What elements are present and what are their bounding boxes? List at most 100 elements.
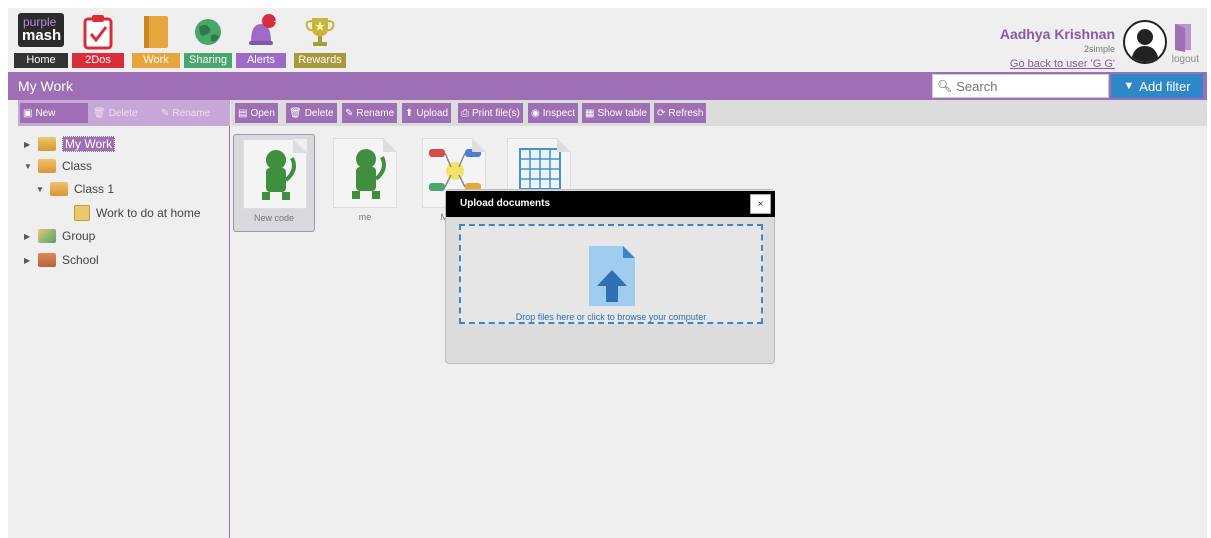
tree-label-group: Group xyxy=(62,229,96,243)
file-name: New code xyxy=(253,213,295,223)
logo-box: purple mash xyxy=(18,13,64,47)
refresh-label: Refresh xyxy=(668,107,704,119)
dropzone-text: Drop files here or click to browse your … xyxy=(515,312,707,322)
code-monkey-thumbnail-icon xyxy=(243,139,307,209)
expand-arrow-icon[interactable]: ▶ xyxy=(24,232,38,241)
nav-sharing[interactable]: Sharing xyxy=(184,8,232,70)
search-input[interactable] xyxy=(956,78,1107,94)
school-building-icon xyxy=(38,253,56,267)
add-filter-label: Add filter xyxy=(1139,78,1191,94)
upload-button[interactable]: ⬆ Upload xyxy=(402,103,452,123)
inspect-button[interactable]: ◉ Inspect xyxy=(528,103,578,123)
notebook-icon xyxy=(132,12,180,52)
trash-icon: 🗑︎ xyxy=(289,107,302,119)
avatar[interactable] xyxy=(1123,20,1167,64)
file-dropzone[interactable]: Drop files here or click to browse your … xyxy=(459,224,763,324)
nav-label-work: Work xyxy=(132,53,180,68)
title-bar: My Work 🔍︎ ▼ Add filter xyxy=(8,72,1207,100)
checklist-icon xyxy=(74,205,90,221)
file-icon: ▤ xyxy=(238,107,248,119)
go-back-link[interactable]: Go back to user 'G G' xyxy=(1010,58,1115,70)
tree-item-class-1[interactable]: ▼ Class 1 xyxy=(36,179,114,199)
pencil-icon: ✎ xyxy=(161,107,170,119)
upload-label: Upload xyxy=(416,107,449,119)
upload-arrow-icon: ⬆ xyxy=(405,107,414,119)
purple-mash-logo[interactable]: purple mash Home xyxy=(14,8,68,70)
globe-icon xyxy=(184,12,232,52)
expand-arrow-icon[interactable]: ▶ xyxy=(24,140,38,149)
tree-item-my-work[interactable]: ▶ My Work xyxy=(24,134,116,154)
close-button[interactable]: × xyxy=(750,194,771,214)
page-title: My Work xyxy=(18,78,73,94)
new-label: New xyxy=(35,107,56,119)
rename-folder-button[interactable]: ✎ Rename xyxy=(158,103,228,123)
tree-item-work-to-do-at-home[interactable]: Work to do at home xyxy=(74,203,201,223)
delete-label: Delete xyxy=(108,107,138,119)
nav-label-alerts: Alerts xyxy=(236,53,286,68)
app-window: purple mash Home 2Dos Work Sharing 1 Ale… xyxy=(8,8,1207,538)
refresh-button[interactable]: ⟳ Refresh xyxy=(654,103,707,123)
rename-file-button[interactable]: ✎ Rename xyxy=(342,103,398,123)
folder-tree: ▶ My Work ▼ Class ▼ Class 1 Work to do a… xyxy=(18,126,230,538)
file-item[interactable]: New code xyxy=(233,134,315,232)
nav-label-rewards: Rewards xyxy=(294,53,346,68)
file-name: me xyxy=(358,212,372,222)
table-icon: ▦ xyxy=(585,107,595,119)
add-filter-button[interactable]: ▼ Add filter xyxy=(1111,74,1203,98)
delete-folder-button[interactable]: 🗑︎ Delete xyxy=(90,103,156,123)
top-navigation: purple mash Home 2Dos Work Sharing 1 Ale… xyxy=(8,8,1207,72)
tree-item-group[interactable]: ▶ Group xyxy=(24,226,95,246)
print-button[interactable]: ⎙ Print file(s) xyxy=(458,103,523,123)
checklist-icon xyxy=(72,12,124,52)
delete-file-button[interactable]: 🗑︎ Delete xyxy=(286,103,337,123)
code-monkey-thumbnail-icon xyxy=(333,138,397,208)
tree-label-school: School xyxy=(62,253,99,267)
file-toolbar: ▤ Open 🗑︎ Delete ✎ Rename ⬆ Upload ⎙ Pri… xyxy=(231,100,1207,126)
folder-icon xyxy=(38,159,56,173)
dialog-header: Upload documents × xyxy=(446,191,775,217)
collapse-arrow-icon[interactable]: ▼ xyxy=(36,185,50,194)
nav-rewards[interactable]: Rewards xyxy=(294,8,346,70)
eye-icon: ◉ xyxy=(531,107,540,119)
nav-2dos[interactable]: 2Dos xyxy=(72,8,124,70)
collapse-arrow-icon[interactable]: ▼ xyxy=(24,162,38,171)
printer-icon: ⎙ xyxy=(461,107,469,119)
upload-dialog: Upload documents × Drop files here or cl… xyxy=(445,189,775,364)
tree-item-class[interactable]: ▼ Class xyxy=(24,156,92,176)
folder-plus-icon: ▣ xyxy=(23,107,33,119)
folder-icon xyxy=(50,182,68,196)
user-silhouette-icon xyxy=(1131,29,1159,62)
open-button[interactable]: ▤ Open xyxy=(235,103,278,123)
print-label: Print file(s) xyxy=(472,107,520,119)
trophy-icon xyxy=(294,12,346,52)
user-area: Aadhya Krishnan 2simple Go back to user … xyxy=(999,16,1199,70)
folder-icon xyxy=(38,137,56,151)
filter-icon: ▼ xyxy=(1123,80,1135,92)
logo-icon: purple mash xyxy=(14,12,68,48)
user-school: 2simple xyxy=(1083,44,1115,54)
nav-label-2dos: 2Dos xyxy=(72,53,124,68)
nav-alerts[interactable]: 1 Alerts xyxy=(236,8,286,70)
group-folder-icon xyxy=(38,229,56,243)
search-box[interactable]: 🔍︎ xyxy=(932,74,1109,98)
file-item[interactable]: me xyxy=(324,134,406,232)
logo-bottom-text: mash xyxy=(22,27,62,44)
alert-badge: 1 xyxy=(273,14,279,25)
dialog-title: Upload documents xyxy=(460,198,551,209)
tree-label-work-home: Work to do at home xyxy=(96,206,201,220)
rename-label: Rename xyxy=(172,107,211,119)
nav-label-home: Home xyxy=(14,53,68,68)
refresh-icon: ⟳ xyxy=(657,107,666,119)
delete-file-label: Delete xyxy=(304,107,334,119)
search-icon: 🔍︎ xyxy=(937,79,953,93)
expand-arrow-icon[interactable]: ▶ xyxy=(24,256,38,265)
open-label: Open xyxy=(250,107,275,119)
tree-item-school[interactable]: ▶ School xyxy=(24,250,99,270)
inspect-label: Inspect xyxy=(542,107,575,119)
folder-toolbar: ▣ New 🗑︎ Delete ✎ Rename xyxy=(18,100,230,126)
tree-label-my-work: My Work xyxy=(62,136,116,152)
new-folder-button[interactable]: ▣ New xyxy=(20,103,88,123)
nav-work[interactable]: Work xyxy=(132,8,180,70)
show-table-button[interactable]: ▦ Show table xyxy=(582,103,650,123)
tree-label-class-1: Class 1 xyxy=(74,182,115,196)
